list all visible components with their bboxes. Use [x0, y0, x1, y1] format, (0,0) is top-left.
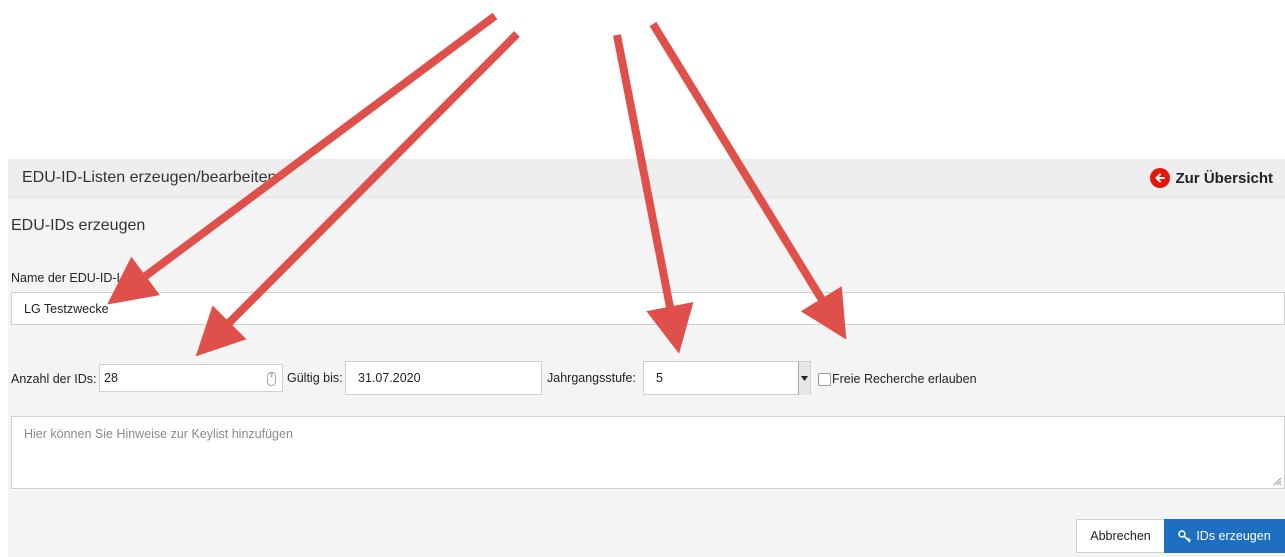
create-ids-button[interactable]: IDs erzeugen: [1164, 519, 1285, 553]
list-name-value: LG Testzwecke: [24, 301, 109, 316]
create-ids-label: IDs erzeugen: [1196, 529, 1271, 543]
valid-until-value: 31.07.2020: [358, 371, 421, 385]
notes-placeholder: Hier können Sie Hinweise zur Keylist hin…: [24, 427, 293, 441]
grade-value: 5: [656, 371, 663, 385]
section-title: EDU-IDs erzeugen: [11, 217, 146, 234]
name-label: Name der EDU-ID-Liste:: [11, 271, 147, 285]
panel-header: EDU-ID-Listen erzeugen/bearbeiten Zur Üb…: [8, 159, 1285, 198]
grade-select[interactable]: 5: [643, 361, 811, 395]
page-title: EDU-ID-Listen erzeugen/bearbeiten: [22, 169, 277, 186]
free-research-checkbox[interactable]: [818, 373, 831, 386]
list-name-input[interactable]: LG Testzwecke: [11, 292, 1285, 325]
back-to-overview-link[interactable]: Zur Übersicht: [1150, 168, 1273, 188]
valid-until-input[interactable]: 31.07.2020: [345, 361, 542, 395]
cancel-button[interactable]: Abbrechen: [1076, 519, 1165, 553]
free-research-label: Freie Recherche erlauben: [832, 372, 977, 386]
valid-until-label: Gültig bis:: [287, 371, 343, 385]
grade-label: Jahrgangsstufe:: [547, 371, 636, 385]
id-count-stepper[interactable]: 28 ⇕: [99, 364, 283, 392]
id-count-value: 28: [104, 371, 118, 385]
edu-id-panel: EDU-ID-Listen erzeugen/bearbeiten Zur Üb…: [8, 159, 1285, 557]
arrow-left-circle-icon: [1150, 168, 1171, 188]
id-count-label: Anzahl der IDs:: [11, 372, 97, 386]
key-icon: [1178, 529, 1192, 543]
chevron-down-icon[interactable]: [798, 362, 810, 395]
stepper-arrows-icon[interactable]: ⇕: [267, 372, 276, 386]
notes-textarea[interactable]: Hier können Sie Hinweise zur Keylist hin…: [11, 416, 1285, 489]
resize-handle-icon[interactable]: [1272, 476, 1282, 486]
back-link-label: Zur Übersicht: [1175, 169, 1273, 187]
